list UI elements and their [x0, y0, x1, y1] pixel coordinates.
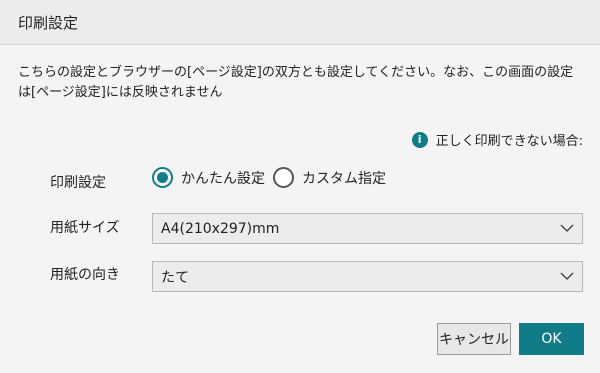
- chevron-down-icon: [560, 224, 574, 232]
- ok-button[interactable]: OK: [519, 323, 584, 355]
- radio-selected-indicator: [152, 167, 173, 188]
- cancel-button[interactable]: キャンセル: [437, 323, 511, 355]
- help-link-text: 正しく印刷できない場合:: [435, 134, 583, 149]
- radio-custom-label: カスタム指定: [302, 170, 386, 187]
- orientation-value: たて: [161, 269, 189, 286]
- paper-size-value: A4(210x297)mm: [161, 220, 280, 237]
- print-setting-label: 印刷設定: [50, 175, 106, 191]
- radio-custom-setting[interactable]: カスタム指定: [273, 167, 386, 188]
- print-setting-radio-group: かんたん設定 カスタム指定: [152, 167, 394, 188]
- print-help-link[interactable]: i 正しく印刷できない場合:: [411, 130, 583, 149]
- description-text: こちらの設定とブラウザーの[ページ設定]の双方とも設定してください。なお、この画…: [18, 65, 574, 100]
- paper-size-select[interactable]: A4(210x297)mm: [152, 213, 583, 244]
- radio-unselected-indicator: [273, 167, 294, 188]
- info-icon: i: [411, 131, 428, 148]
- orientation-label: 用紙の向き: [50, 267, 120, 283]
- dialog-title: 印刷設定: [18, 14, 79, 32]
- chevron-down-icon: [560, 272, 574, 280]
- print-settings-dialog: 印刷設定 こちらの設定とブラウザーの[ページ設定]の双方とも設定してください。な…: [0, 0, 600, 373]
- title-bar: 印刷設定: [0, 0, 600, 45]
- radio-simple-label: かんたん設定: [181, 170, 265, 187]
- paper-size-label: 用紙サイズ: [50, 220, 120, 236]
- radio-simple-setting[interactable]: かんたん設定: [152, 167, 265, 188]
- orientation-select[interactable]: たて: [152, 261, 583, 292]
